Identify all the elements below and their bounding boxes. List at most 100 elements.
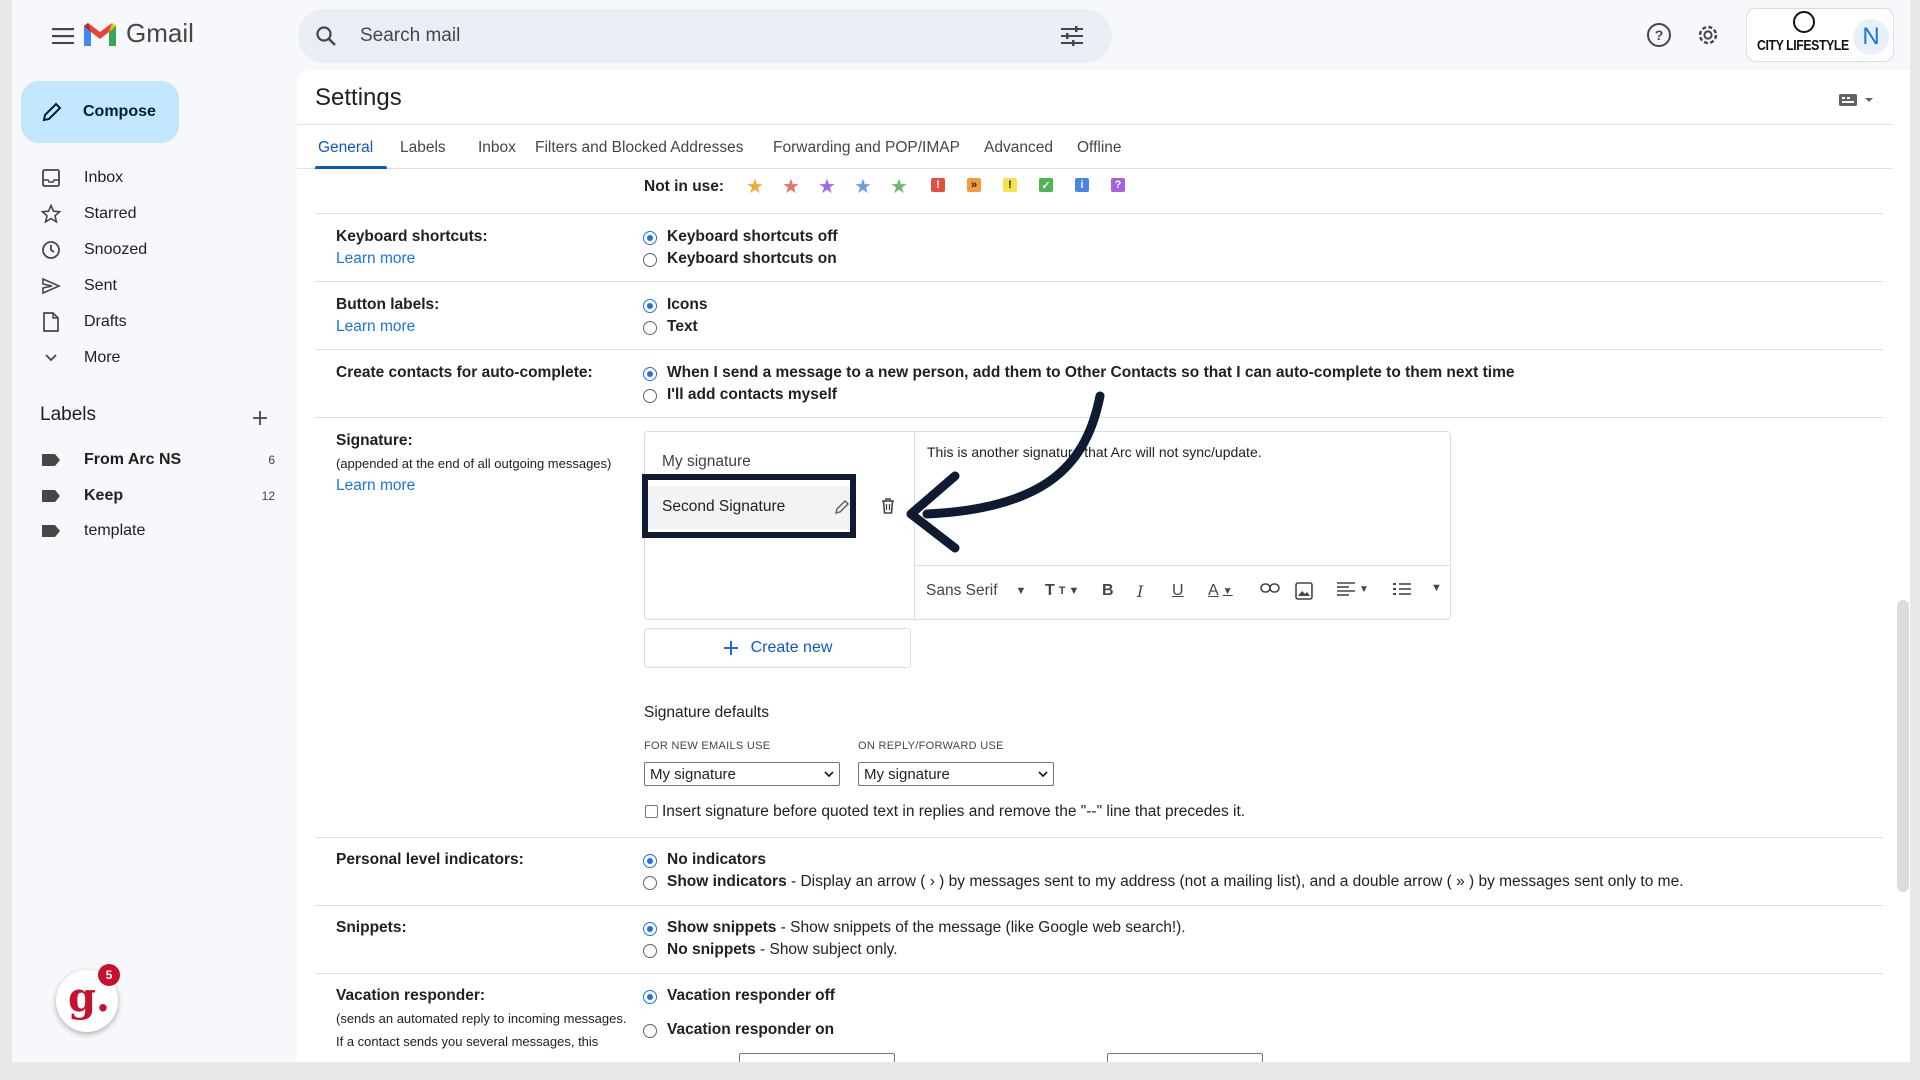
font-size-icon[interactable]: TT ▼: [1045, 582, 1079, 600]
blue-star-icon[interactable]: ★: [854, 174, 872, 199]
contacts-auto-label[interactable]: When I send a message to a new person, a…: [667, 364, 1514, 382]
search-input[interactable]: [360, 25, 960, 47]
avatar[interactable]: N: [1853, 19, 1889, 55]
compose-button[interactable]: Compose: [21, 81, 179, 143]
indicators-show-radio[interactable]: [643, 876, 657, 890]
tab-forwarding[interactable]: Forwarding and POP/IMAP: [773, 139, 960, 157]
vacation-on-label[interactable]: Vacation responder on: [667, 1021, 834, 1039]
purple-star-icon[interactable]: ★: [818, 174, 836, 199]
keyboard-on-label[interactable]: Keyboard shortcuts on: [667, 250, 837, 268]
tab-inbox[interactable]: Inbox: [478, 139, 516, 157]
keyboard-off-radio[interactable]: [643, 231, 657, 245]
blue-info-icon[interactable]: i: [1075, 178, 1089, 192]
numbered-list-icon[interactable]: [1393, 582, 1411, 596]
contacts-manual-label[interactable]: I'll add contacts myself: [667, 386, 837, 404]
sidebar-item-more[interactable]: More: [12, 341, 272, 375]
personal-indicators-label: Personal level indicators:: [336, 851, 524, 868]
indicators-show-option[interactable]: Show indicators - Display an arrow ( › )…: [667, 873, 1684, 891]
search-icon[interactable]: [312, 22, 340, 50]
orange-guillemet-icon[interactable]: »: [967, 178, 981, 192]
orange-star-icon[interactable]: ★: [746, 174, 764, 199]
green-star-icon[interactable]: ★: [890, 174, 908, 199]
underline-icon[interactable]: U: [1172, 582, 1184, 600]
green-check-icon[interactable]: ✓: [1039, 178, 1053, 192]
tab-offline[interactable]: Offline: [1077, 139, 1122, 157]
keyboard-off-label[interactable]: Keyboard shortcuts off: [667, 228, 838, 246]
bold-icon[interactable]: B: [1102, 582, 1114, 600]
support-widget-button[interactable]: g. 5: [56, 964, 120, 1032]
signature-editor-text[interactable]: This is another signature that Arc will …: [927, 444, 1262, 460]
signature-item-my-signature[interactable]: My signature: [662, 453, 751, 471]
italic-icon[interactable]: I: [1137, 582, 1143, 601]
tab-general[interactable]: General: [318, 139, 373, 157]
settings-scrollbar[interactable]: [1897, 600, 1909, 892]
button-labels-icons-radio[interactable]: [643, 299, 657, 313]
vacation-off-radio[interactable]: [643, 990, 657, 1004]
contacts-auto-radio[interactable]: [643, 367, 657, 381]
button-labels-icons-label[interactable]: Icons: [667, 296, 707, 314]
keyboard-on-radio[interactable]: [643, 253, 657, 267]
search-options-icon[interactable]: [1058, 22, 1086, 50]
new-emails-signature-select[interactable]: My signature: [644, 762, 840, 786]
snippets-show-radio[interactable]: [643, 922, 657, 936]
tab-filters[interactable]: Filters and Blocked Addresses: [535, 139, 744, 157]
tab-labels[interactable]: Labels: [400, 139, 446, 157]
reply-forward-signature-select[interactable]: My signature: [858, 762, 1054, 786]
insert-before-quoted-checkbox[interactable]: [645, 805, 658, 818]
purple-question-icon[interactable]: ?: [1111, 178, 1125, 192]
sidebar-item-inbox[interactable]: Inbox: [12, 161, 272, 195]
tab-advanced[interactable]: Advanced: [984, 139, 1053, 157]
gmail-logo[interactable]: Gmail: [82, 18, 194, 49]
snippets-none-option[interactable]: No snippets - Show subject only.: [667, 941, 898, 959]
vacation-first-day-input[interactable]: [739, 1053, 895, 1062]
settings-gear-icon[interactable]: [1693, 20, 1723, 50]
sidebar-item-sent[interactable]: Sent: [12, 269, 272, 303]
contacts-manual-radio[interactable]: [643, 389, 657, 403]
align-icon[interactable]: ▼: [1337, 582, 1369, 596]
vacation-off-label[interactable]: Vacation responder off: [667, 987, 835, 1005]
delete-trash-icon[interactable]: [878, 496, 898, 516]
star-icon: [40, 203, 62, 225]
send-icon: [40, 275, 62, 297]
vacation-on-radio[interactable]: [643, 1024, 657, 1038]
indicators-none-label[interactable]: No indicators: [667, 851, 766, 869]
add-label-icon[interactable]: [248, 406, 272, 430]
edit-pencil-icon[interactable]: [834, 499, 852, 517]
divider: [315, 905, 1883, 906]
link-icon[interactable]: [1260, 582, 1280, 594]
more-formatting-icon[interactable]: ▼: [1431, 582, 1442, 594]
vacation-last-day-input[interactable]: [1107, 1053, 1263, 1062]
button-labels-learn-more-link[interactable]: Learn more: [336, 318, 415, 336]
search-bar[interactable]: [298, 9, 1112, 63]
snippets-none-radio[interactable]: [643, 944, 657, 958]
button-labels-text-label[interactable]: Text: [667, 318, 698, 336]
insert-image-icon[interactable]: [1295, 582, 1313, 600]
label-template[interactable]: template: [40, 516, 275, 546]
keyboard-learn-more-link[interactable]: Learn more: [336, 250, 415, 268]
account-panel[interactable]: CITY LIFESTYLE N: [1746, 8, 1894, 62]
sidebar-item-label: More: [84, 349, 121, 366]
sidebar-item-drafts[interactable]: Drafts: [12, 305, 272, 339]
sidebar-item-starred[interactable]: Starred: [12, 197, 272, 231]
label-keep[interactable]: Keep 12: [40, 481, 275, 511]
help-icon[interactable]: ?: [1644, 20, 1674, 50]
label-name: template: [84, 522, 146, 539]
input-tools-icon[interactable]: [1837, 90, 1879, 110]
signature-item-second-signature[interactable]: Second Signature: [646, 486, 851, 529]
signature-learn-more-link[interactable]: Learn more: [336, 477, 415, 495]
signature-text-editor[interactable]: This is another signature that Arc will …: [915, 432, 1450, 619]
inbox-icon: [40, 167, 62, 189]
text-color-icon[interactable]: A ▼: [1208, 582, 1233, 600]
signature-label: Signature:: [336, 432, 413, 449]
snippets-show-option[interactable]: Show snippets - Show snippets of the mes…: [667, 919, 1186, 937]
create-new-signature-button[interactable]: Create new: [644, 628, 911, 668]
sidebar-item-snoozed[interactable]: Snoozed: [12, 233, 272, 267]
insert-before-quoted-label[interactable]: Insert signature before quoted text in r…: [662, 803, 1245, 821]
yellow-bang-icon[interactable]: !: [1003, 178, 1017, 192]
button-labels-text-radio[interactable]: [643, 321, 657, 335]
red-bang-icon[interactable]: !: [931, 178, 945, 192]
red-star-icon[interactable]: ★: [782, 174, 800, 199]
indicators-none-radio[interactable]: [643, 854, 657, 868]
font-family-select[interactable]: Sans Serif ▼: [926, 582, 1026, 600]
label-from-arc-ns[interactable]: From Arc NS 6: [40, 445, 275, 475]
